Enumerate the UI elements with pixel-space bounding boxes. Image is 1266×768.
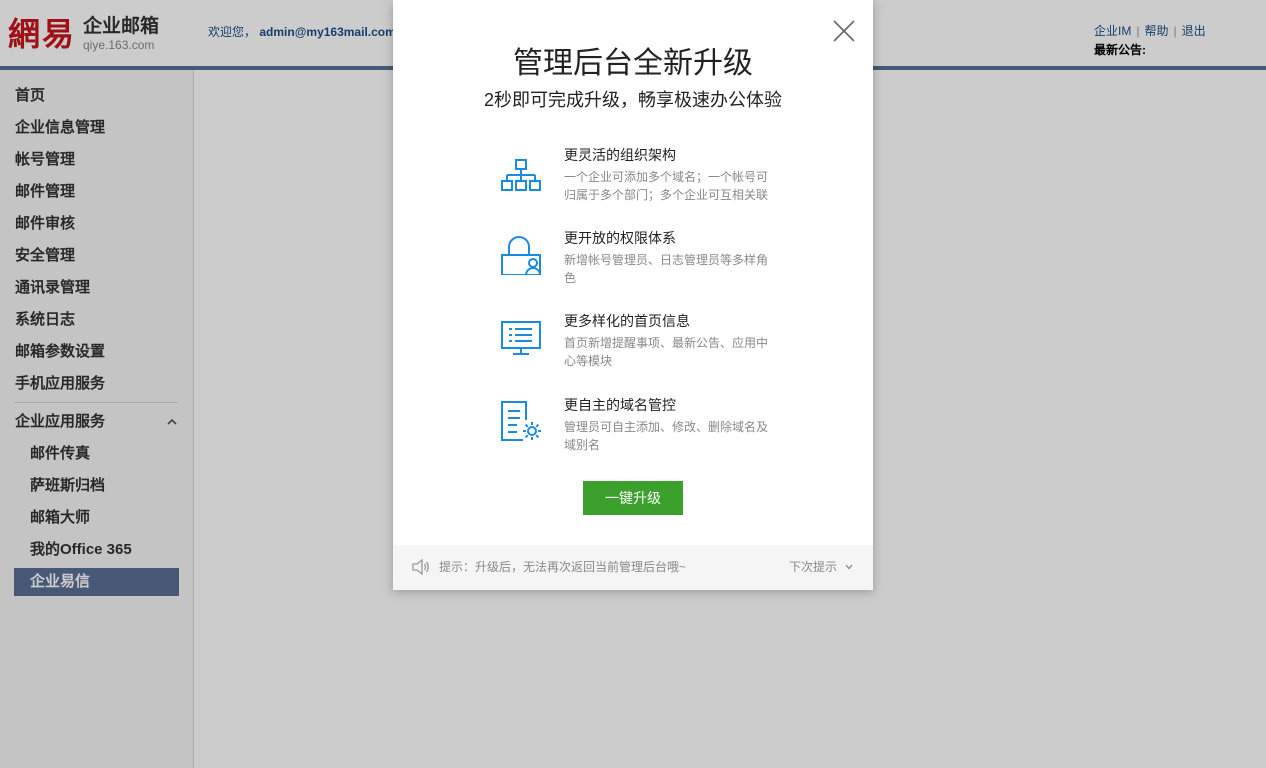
domain-settings-icon	[501, 401, 541, 441]
close-icon[interactable]	[833, 20, 855, 42]
modal-footer: 提示：升级后，无法再次返回当前管理后台哦~ 下次提示	[393, 545, 873, 590]
feature-desc: 首页新增提醒事项、最新公告、应用中心等模块	[564, 336, 769, 368]
feature-title: 更灵活的组织架构	[564, 147, 676, 163]
feature-desc: 管理员可自主添加、修改、删除域名及域别名	[564, 420, 769, 452]
permission-icon	[501, 236, 541, 275]
monitor-icon	[501, 321, 541, 355]
feature-homepage: 更多样化的首页信息 首页新增提醒事项、最新公告、应用中心等模块	[499, 312, 799, 372]
remind-later-link[interactable]: 下次提示	[789, 560, 837, 574]
feature-title: 更开放的权限体系	[564, 230, 676, 246]
feature-domain-control: 更自主的域名管控 管理员可自主添加、修改、删除域名及域别名	[499, 396, 799, 456]
feature-permissions: 更开放的权限体系 新增帐号管理员、日志管理员等多样角色	[499, 229, 799, 289]
upgrade-hint: 提示：升级后，无法再次返回当前管理后台哦~	[439, 560, 687, 574]
org-structure-icon	[501, 159, 541, 191]
upgrade-modal: 管理后台全新升级 2秒即可完成升级，畅享极速办公体验 更灵活的组织架构 一个企业…	[393, 0, 873, 590]
feature-title: 更自主的域名管控	[564, 397, 676, 413]
feature-desc: 一个企业可添加多个域名；一个帐号可归属于多个部门；多个企业可互相关联	[564, 170, 769, 202]
modal-subtitle: 2秒即可完成升级，畅享极速办公体验	[483, 90, 782, 110]
feature-desc: 新增帐号管理员、日志管理员等多样角色	[564, 253, 769, 285]
speaker-icon	[412, 559, 429, 575]
chevron-down-icon[interactable]	[845, 564, 853, 570]
one-click-upgrade-button[interactable]: 一键升级	[583, 481, 683, 515]
feature-title: 更多样化的首页信息	[564, 313, 690, 329]
modal-title: 管理后台全新升级	[513, 47, 753, 80]
feature-org-structure: 更灵活的组织架构 一个企业可添加多个域名；一个帐号可归属于多个部门；多个企业可互…	[499, 146, 799, 206]
